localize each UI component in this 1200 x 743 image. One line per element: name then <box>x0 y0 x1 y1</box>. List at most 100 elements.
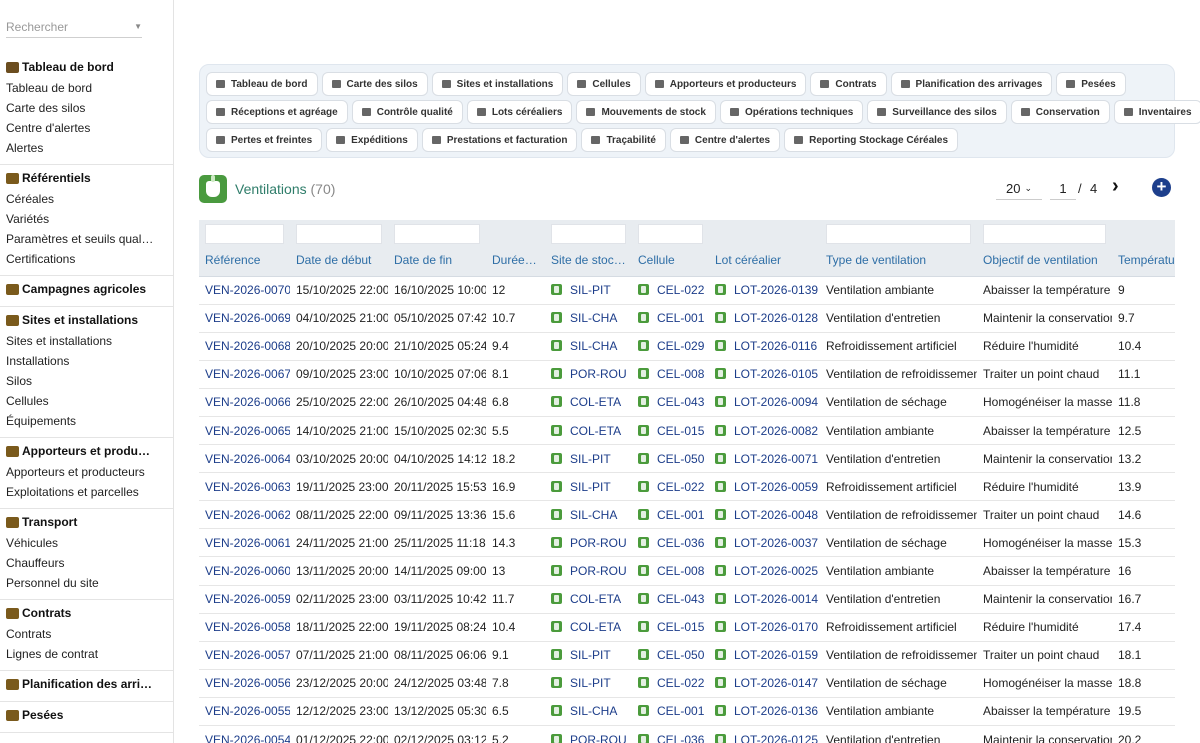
sidebar-item[interactable]: Véhicules <box>0 533 173 553</box>
table-row[interactable]: VEN-2026-0069 04/10/2025 21:00 05/10/2025 … <box>199 304 1175 333</box>
cell-link[interactable]: LOT-2026-0128 <box>734 311 818 325</box>
column-filter-input[interactable] <box>551 223 626 244</box>
cell-link[interactable]: VEN-2026-0057 <box>205 648 290 662</box>
cell-link[interactable]: CEL-043 <box>657 592 704 606</box>
menu-button[interactable]: Traçabilité <box>581 128 666 152</box>
menu-button[interactable]: Pesées <box>1056 72 1126 96</box>
cell-link[interactable]: LOT-2026-0037 <box>734 536 818 550</box>
table-row[interactable]: VEN-2026-0068 20/10/2025 20:00 21/10/2025 … <box>199 332 1175 361</box>
menu-button[interactable]: Conservation <box>1010 100 1110 124</box>
cell-link[interactable]: VEN-2026-0068 <box>205 339 290 353</box>
sidebar-item[interactable]: Variétés <box>0 209 173 229</box>
sidebar-section-title[interactable]: Pesées <box>0 704 173 726</box>
chevron-down-icon[interactable]: ▼ <box>134 22 142 31</box>
sidebar-section-title[interactable]: Apporteurs et produ… <box>0 440 173 462</box>
sidebar-item[interactable]: Chauffeurs <box>0 553 173 573</box>
table-row[interactable]: VEN-2026-0057 07/11/2025 21:00 08/11/2025 … <box>199 641 1175 670</box>
cell-link[interactable]: SIL-CHA <box>570 339 617 353</box>
cell-link[interactable]: VEN-2026-0062 <box>205 508 290 522</box>
sidebar-item[interactable]: Exploitations et parcelles <box>0 482 173 502</box>
cell-link[interactable]: SIL-PIT <box>570 480 611 494</box>
table-row[interactable]: VEN-2026-0064 03/10/2025 20:00 04/10/2025 … <box>199 444 1175 474</box>
sidebar-section-title[interactable]: Transport <box>0 511 173 533</box>
menu-button[interactable]: Réceptions et agréage <box>206 100 348 124</box>
menu-button[interactable]: Cellules <box>567 72 641 96</box>
plus-circle-icon[interactable]: + <box>1152 178 1171 197</box>
cell-link[interactable]: COL-ETA <box>570 395 621 409</box>
cell-link[interactable]: VEN-2026-0069 <box>205 311 290 325</box>
sidebar-item[interactable]: Certifications <box>0 249 173 269</box>
sidebar-item[interactable]: Alertes <box>0 138 173 158</box>
cell-link[interactable]: SIL-PIT <box>570 676 611 690</box>
cell-link[interactable]: VEN-2026-0070 <box>205 283 290 297</box>
table-row[interactable]: VEN-2026-0070 15/10/2025 22:00 16/10/2025 … <box>199 276 1175 305</box>
cell-link[interactable]: COL-ETA <box>570 424 621 438</box>
menu-button[interactable]: Centre d'alertes <box>669 128 781 152</box>
sidebar-item[interactable]: Installations <box>0 351 173 371</box>
cell-link[interactable]: LOT-2026-0159 <box>734 648 818 662</box>
cell-link[interactable]: CEL-036 <box>657 733 704 743</box>
column-filter-input[interactable] <box>983 223 1106 244</box>
cell-link[interactable]: VEN-2026-0055 <box>205 704 290 718</box>
cell-link[interactable]: SIL-PIT <box>570 283 611 297</box>
cell-link[interactable]: VEN-2026-0065 <box>205 424 290 438</box>
cell-link[interactable]: LOT-2026-0048 <box>734 508 818 522</box>
column-filter-input[interactable] <box>296 223 382 244</box>
table-row[interactable]: VEN-2026-0058 18/11/2025 22:00 19/11/2025 … <box>199 613 1175 642</box>
sidebar-section-title[interactable]: Contrats <box>0 602 173 624</box>
cell-link[interactable]: LOT-2026-0094 <box>734 395 818 409</box>
table-row[interactable]: VEN-2026-0066 25/10/2025 22:00 26/10/2025 … <box>199 388 1175 417</box>
cell-link[interactable]: CEL-050 <box>657 452 704 466</box>
menu-button[interactable]: Surveillance des silos <box>867 100 1007 124</box>
cell-link[interactable]: CEL-015 <box>657 424 704 438</box>
sidebar-item[interactable]: Équipements <box>0 411 173 431</box>
menu-button[interactable]: Planification des arrivages <box>890 72 1053 96</box>
chevron-right-icon[interactable]: › <box>1112 176 1119 196</box>
cell-link[interactable]: LOT-2026-0147 <box>734 676 818 690</box>
menu-button[interactable]: Contrats <box>810 72 887 96</box>
column-header[interactable]: Date de fin <box>388 245 486 277</box>
sidebar-section-title[interactable]: Sites et installations <box>0 309 173 331</box>
cell-link[interactable]: VEN-2026-0056 <box>205 676 290 690</box>
cell-link[interactable]: POR-ROU <box>570 536 627 550</box>
column-header[interactable]: Température <box>1112 245 1175 277</box>
cell-link[interactable]: CEL-001 <box>657 311 704 325</box>
cell-link[interactable]: VEN-2026-0066 <box>205 395 290 409</box>
cell-link[interactable]: CEL-001 <box>657 508 704 522</box>
cell-link[interactable]: CEL-008 <box>657 564 704 578</box>
sidebar-section-title[interactable]: Planification des arri… <box>0 673 173 695</box>
sidebar-item[interactable]: Carte des silos <box>0 98 173 118</box>
column-header[interactable]: Référence <box>199 245 290 277</box>
table-row[interactable]: VEN-2026-0062 08/11/2025 22:00 09/11/2025 … <box>199 500 1175 530</box>
cell-link[interactable]: LOT-2026-0025 <box>734 564 818 578</box>
menu-button[interactable]: Tableau de bord <box>206 72 318 96</box>
cell-link[interactable]: LOT-2026-0059 <box>734 480 818 494</box>
menu-button[interactable]: Sites et installations <box>431 72 564 96</box>
cell-link[interactable]: SIL-CHA <box>570 704 617 718</box>
cell-link[interactable]: CEL-015 <box>657 620 704 634</box>
sidebar-item[interactable]: Tableau de bord <box>0 78 173 98</box>
cell-link[interactable]: CEL-022 <box>657 480 704 494</box>
search-input[interactable]: Rechercher ▼ <box>6 16 142 38</box>
cell-link[interactable]: LOT-2026-0170 <box>734 620 818 634</box>
sidebar-item[interactable]: Silos <box>0 371 173 391</box>
sidebar-section-title[interactable]: Campagnes agricoles <box>0 278 173 300</box>
menu-button[interactable]: Reporting Stockage Céréales <box>784 128 959 152</box>
cell-link[interactable]: POR-ROU <box>570 733 627 743</box>
column-filter-input[interactable] <box>638 223 703 244</box>
per-page-select[interactable]: 20 ⌄ <box>996 178 1042 200</box>
cell-link[interactable]: LOT-2026-0014 <box>734 592 818 606</box>
cell-link[interactable]: LOT-2026-0125 <box>734 733 818 743</box>
cell-link[interactable]: SIL-CHA <box>570 508 617 522</box>
menu-button[interactable]: Expéditions <box>326 128 418 152</box>
table-row[interactable]: VEN-2026-0056 23/12/2025 20:00 24/12/2025 … <box>199 669 1175 698</box>
column-filter-input[interactable] <box>205 223 284 244</box>
cell-link[interactable]: LOT-2026-0071 <box>734 452 818 466</box>
menu-button[interactable]: Opérations techniques <box>719 100 864 124</box>
table-row[interactable]: VEN-2026-0067 09/10/2025 23:00 10/10/2025 … <box>199 360 1175 389</box>
cell-link[interactable]: VEN-2026-0060 <box>205 564 290 578</box>
sidebar-section-title[interactable]: Tableau de bord <box>0 56 173 78</box>
cell-link[interactable]: VEN-2026-0067 <box>205 367 290 381</box>
current-page-input[interactable]: 1 <box>1050 178 1076 200</box>
sidebar-item[interactable]: Cellules <box>0 391 173 411</box>
